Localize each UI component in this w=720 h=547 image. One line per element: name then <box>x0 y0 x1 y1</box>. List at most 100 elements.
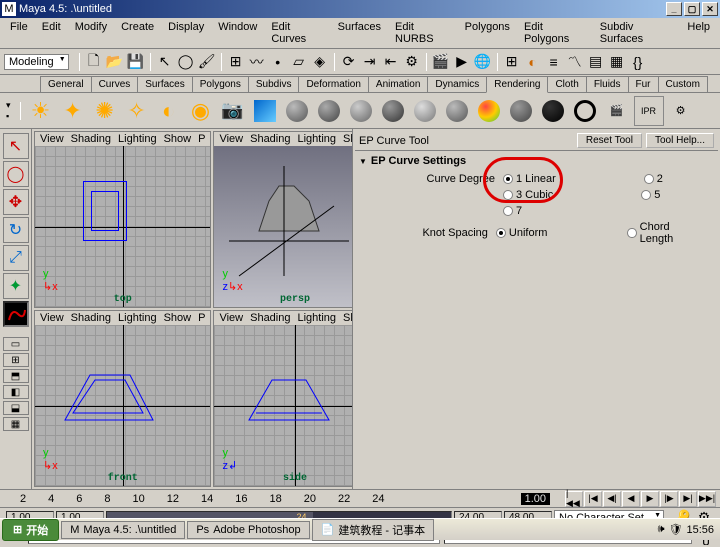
shader-5-icon[interactable] <box>410 96 440 126</box>
tab-polygons[interactable]: Polygons <box>192 76 249 92</box>
menu-file[interactable]: File <box>4 19 34 47</box>
manip-tool[interactable]: ✦ <box>3 273 29 299</box>
tab-custom[interactable]: Custom <box>658 76 708 92</box>
new-scene-icon[interactable]: 🗋 <box>84 52 104 72</box>
layout-three-icon[interactable]: ⬓ <box>3 401 29 415</box>
minimize-button[interactable]: _ <box>666 2 682 16</box>
light-point-icon[interactable]: ✺ <box>90 96 120 126</box>
menu-surfaces[interactable]: Surfaces <box>332 19 387 47</box>
tab-surfaces[interactable]: Surfaces <box>137 76 192 92</box>
menu-subdiv[interactable]: Subdiv Surfaces <box>594 19 680 47</box>
render-settings-icon[interactable]: ⚙ <box>666 96 696 126</box>
render-globals-icon[interactable]: 🌐 <box>473 52 493 72</box>
step-fwd-button[interactable]: ▶| <box>679 491 697 507</box>
viewport-front[interactable]: ViewShadingLightingShowP y↳x front <box>34 310 211 487</box>
shader-4-icon[interactable] <box>378 96 408 126</box>
menu-modify[interactable]: Modify <box>69 19 113 47</box>
forward-button[interactable]: ▶▶| <box>698 491 716 507</box>
shader-ramp-icon[interactable] <box>474 96 504 126</box>
layout-two-h-icon[interactable]: ⬒ <box>3 369 29 383</box>
construction-icon[interactable]: ⚙ <box>402 52 422 72</box>
move-tool[interactable]: ✥ <box>3 189 29 215</box>
viewport-top[interactable]: ViewShadingLightingShowP y↳x top <box>34 131 211 308</box>
time-slider[interactable]: 24681012141618202224 1.00 |◀◀ |◀ ◀| ◀ ▶ … <box>0 489 720 507</box>
tray-icon[interactable]: 🕪 <box>658 523 665 536</box>
tab-rendering[interactable]: Rendering <box>486 76 548 93</box>
radio-chord[interactable]: Chord Length <box>627 221 700 245</box>
tab-deformation[interactable]: Deformation <box>298 76 368 92</box>
paint-select-icon[interactable]: 🖌 <box>197 52 217 72</box>
close-button[interactable]: ✕ <box>702 2 718 16</box>
menu-display[interactable]: Display <box>162 19 210 47</box>
step-back-button[interactable]: |◀ <box>584 491 602 507</box>
light-directional-icon[interactable]: ✦ <box>58 96 88 126</box>
layout-4view-icon[interactable]: ⊞ <box>502 52 522 72</box>
outliner-icon[interactable]: ≡ <box>544 52 564 72</box>
menu-help[interactable]: Help <box>681 19 716 47</box>
render-current-icon[interactable]: 🎬 <box>602 96 632 126</box>
select-icon[interactable]: ↖ <box>155 52 175 72</box>
menu-window[interactable]: Window <box>212 19 263 47</box>
snap-curve-icon[interactable]: 〰 <box>247 52 267 72</box>
light-ambient-icon[interactable]: ☀ <box>26 96 56 126</box>
menu-create[interactable]: Create <box>115 19 160 47</box>
camera-icon[interactable]: 📷 <box>218 96 248 126</box>
start-button[interactable]: ⊞开始 <box>2 519 59 541</box>
texture-icon[interactable] <box>250 96 280 126</box>
layer-icon[interactable]: ▦ <box>607 52 627 72</box>
radio-uniform[interactable]: Uniform <box>496 227 548 239</box>
system-tray[interactable]: 🕪 🛡 15:56 <box>654 523 718 536</box>
light-volume-icon[interactable]: ◉ <box>186 96 216 126</box>
tab-fur[interactable]: Fur <box>628 76 659 92</box>
menu-edit[interactable]: Edit <box>36 19 67 47</box>
shader-gray-icon[interactable] <box>506 96 536 126</box>
tab-animation[interactable]: Animation <box>368 76 428 92</box>
shader-2-icon[interactable] <box>314 96 344 126</box>
tab-fluids[interactable]: Fluids <box>586 76 629 92</box>
next-key-button[interactable]: |▶ <box>660 491 678 507</box>
rewind-button[interactable]: |◀◀ <box>565 491 583 507</box>
snap-live-icon[interactable]: ◈ <box>310 52 330 72</box>
taskbar-item[interactable]: 📄建筑教程 - 记事本 <box>312 519 434 541</box>
light-area-icon[interactable]: ◐ <box>154 96 184 126</box>
hypershade-icon[interactable]: ◐ <box>523 52 543 72</box>
inputs-icon[interactable]: ⇥ <box>360 52 380 72</box>
current-frame[interactable]: 1.00 <box>521 493 550 505</box>
section-header[interactable]: ▼ EP Curve Settings <box>355 151 718 171</box>
outputs-icon[interactable]: ⇤ <box>381 52 401 72</box>
snap-point-icon[interactable]: • <box>268 52 288 72</box>
radio-2[interactable]: 2 <box>644 173 663 185</box>
ipr-icon[interactable]: ▶ <box>452 52 472 72</box>
snap-grid-icon[interactable]: ⊞ <box>226 52 246 72</box>
lasso-icon[interactable]: ◯ <box>176 52 196 72</box>
save-scene-icon[interactable]: 💾 <box>126 52 146 72</box>
channel-icon[interactable]: ▤ <box>586 52 606 72</box>
ipr-render-icon[interactable]: IPR <box>634 96 664 126</box>
layout-four-icon[interactable]: ⊞ <box>3 353 29 367</box>
layout-custom-icon[interactable]: ▦ <box>3 417 29 431</box>
history-icon[interactable]: ⟳ <box>339 52 359 72</box>
radio-1-linear[interactable]: 1 Linear <box>503 173 556 185</box>
snap-plane-icon[interactable]: ▱ <box>289 52 309 72</box>
reset-tool-button[interactable]: Reset Tool <box>577 133 642 148</box>
shader-6-icon[interactable] <box>442 96 472 126</box>
open-scene-icon[interactable]: 📂 <box>105 52 125 72</box>
menu-edit-curves[interactable]: Edit Curves <box>265 19 329 47</box>
tab-general[interactable]: General <box>40 76 92 92</box>
radio-3-cubic[interactable]: 3 Cubic <box>503 189 553 201</box>
taskbar-item[interactable]: MMaya 4.5: .\untitled <box>61 521 185 539</box>
tray-icon[interactable]: 🛡 <box>669 523 683 536</box>
layout-two-v-icon[interactable]: ◧ <box>3 385 29 399</box>
play-back-button[interactable]: ◀ <box>622 491 640 507</box>
tab-curves[interactable]: Curves <box>91 76 139 92</box>
shader-ring-icon[interactable] <box>570 96 600 126</box>
maximize-button[interactable]: ▢ <box>684 2 700 16</box>
select-tool[interactable]: ↖ <box>3 133 29 159</box>
menu-edit-polygons[interactable]: Edit Polygons <box>518 19 592 47</box>
lasso-tool[interactable]: ◯ <box>3 161 29 187</box>
graph-icon[interactable]: 〽 <box>565 52 585 72</box>
script-icon[interactable]: {} <box>628 52 648 72</box>
tab-subdivs[interactable]: Subdivs <box>248 76 300 92</box>
menu-edit-nurbs[interactable]: Edit NURBS <box>389 19 457 47</box>
tab-dynamics[interactable]: Dynamics <box>427 76 487 92</box>
